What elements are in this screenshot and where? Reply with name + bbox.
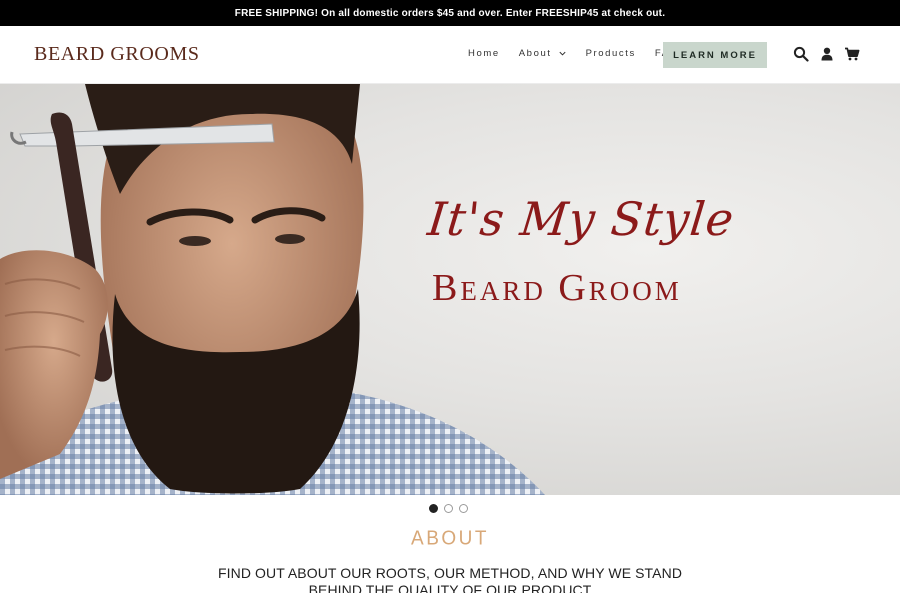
site-logo[interactable]: BEARD GROOMS [34,43,200,66]
hero-slider[interactable]: It's My Style Beard Groom [0,84,900,495]
nav-item-home[interactable]: Home [468,48,500,59]
site-header: BEARD GROOMS Home About Products FAQ LEA… [0,26,900,84]
search-icon[interactable] [793,46,809,62]
slide-dot-1[interactable] [429,504,438,513]
about-heading: ABOUT [411,527,489,550]
slide-dot-3[interactable] [459,504,468,513]
about-description: FIND OUT ABOUT OUR ROOTS, OUR METHOD, AN… [217,565,683,593]
nav-item-about[interactable]: About [519,48,567,59]
announcement-text: FREE SHIPPING! On all domestic orders $4… [234,7,666,19]
nav-item-label: Home [468,48,500,59]
learn-more-button[interactable]: LEARN MORE [663,42,767,68]
slide-dot-2[interactable] [444,504,453,513]
hero-headline: Beard Groom [432,267,682,309]
slider-pagination [429,504,474,513]
cart-icon[interactable] [844,46,860,62]
announcement-bar: FREE SHIPPING! On all domestic orders $4… [0,0,900,26]
hero-script-heading: It's My Style [425,192,738,246]
nav-item-products[interactable]: Products [586,48,636,59]
nav-item-label: Products [585,48,636,59]
account-icon[interactable] [819,46,835,62]
chevron-down-icon [558,49,567,58]
nav-item-label: About [518,48,552,59]
